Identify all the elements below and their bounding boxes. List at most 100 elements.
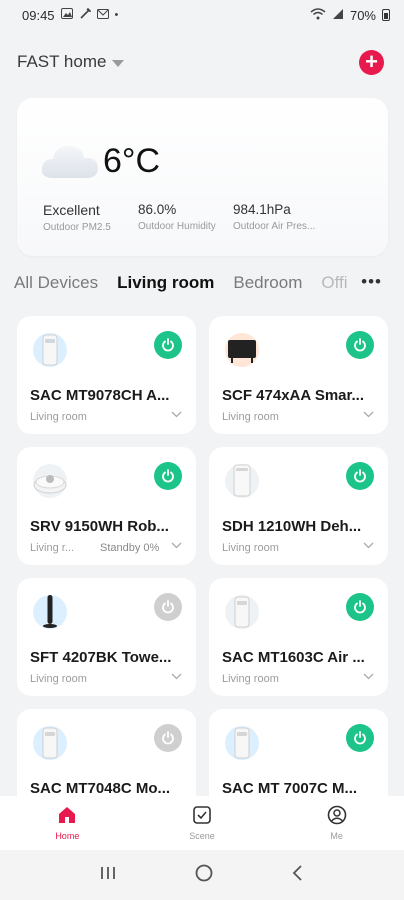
more-tabs-button[interactable]: ••• <box>357 272 382 292</box>
signal-icon <box>332 8 344 23</box>
mail-notification-icon <box>96 8 109 22</box>
device-card[interactable]: SAC MT1603C Air ... Living room <box>209 578 388 696</box>
temperature: 6°C <box>103 142 161 180</box>
power-button[interactable] <box>346 593 374 621</box>
pm25-label: Outdoor PM2.5 <box>43 222 111 233</box>
nav-scene[interactable]: Scene <box>157 805 247 841</box>
tools-notification-icon <box>79 7 92 23</box>
humidity-value: 86.0% <box>138 202 177 217</box>
nav-home[interactable]: Home <box>22 805 112 841</box>
chevron-down-icon[interactable] <box>171 542 182 549</box>
power-button[interactable] <box>154 724 182 752</box>
nav-me[interactable]: Me <box>292 805 382 841</box>
device-room: Living room <box>30 673 87 685</box>
power-button[interactable] <box>346 331 374 359</box>
device-card[interactable]: SFT 4207BK Towe... Living room <box>17 578 196 696</box>
device-card[interactable]: SRV 9150WH Rob... Living r... Standby 0% <box>17 447 196 565</box>
power-icon <box>354 338 366 352</box>
back-button[interactable] <box>291 864 305 887</box>
device-name: SAC MT1603C Air ... <box>222 649 365 666</box>
humidity-label: Outdoor Humidity <box>138 221 216 232</box>
system-nav-bar <box>0 850 404 900</box>
battery-percentage: 70% <box>349 7 376 23</box>
power-icon <box>162 469 174 483</box>
power-icon <box>162 338 174 352</box>
portable-ac-icon <box>33 333 67 367</box>
device-name: SAC MT 7007C M... <box>222 780 358 797</box>
nav-scene-label: Scene <box>189 831 215 841</box>
power-button[interactable] <box>346 724 374 752</box>
wifi-icon <box>310 7 326 23</box>
device-name: SAC MT7048C Mo... <box>30 780 171 797</box>
caret-down-icon <box>112 59 125 67</box>
device-room: Living room <box>222 411 279 423</box>
tab-office[interactable]: Offi <box>321 273 347 293</box>
power-icon <box>162 600 174 614</box>
device-card[interactable]: SAC MT9078CH A... Living room <box>17 316 196 434</box>
device-name: SFT 4207BK Towe... <box>30 649 172 666</box>
device-name: SAC MT9078CH A... <box>30 387 170 404</box>
chevron-down-icon[interactable] <box>171 673 182 680</box>
profile-icon <box>327 805 346 825</box>
power-button[interactable] <box>154 462 182 490</box>
power-button[interactable] <box>154 593 182 621</box>
header: FAST home + <box>17 48 384 76</box>
device-name: SRV 9150WH Rob... <box>30 518 169 535</box>
portable-ac-icon <box>225 595 259 629</box>
room-tabs: All Devices Living room Bedroom Offi <box>14 270 404 296</box>
device-room: Living room <box>222 542 279 554</box>
home-icon <box>59 807 76 823</box>
pressure-metric: 984.1hPa Outdoor Air Pres... <box>233 202 315 232</box>
power-icon <box>162 731 174 745</box>
device-name: SDH 1210WH Deh... <box>222 518 362 535</box>
plus-icon: + <box>365 48 378 74</box>
nav-me-label: Me <box>330 831 343 841</box>
portable-ac-icon <box>225 726 259 760</box>
device-card[interactable]: SCF 474xAA Smar... Living room <box>209 316 388 434</box>
convector-heater-icon <box>225 333 259 367</box>
gallery-notification-icon <box>60 8 73 22</box>
chevron-down-icon[interactable] <box>171 411 182 418</box>
dehumidifier-icon <box>225 464 259 498</box>
pm25-metric: Excellent Outdoor PM2.5 <box>43 202 111 233</box>
chevron-down-icon[interactable] <box>363 673 374 680</box>
device-room: Living r... <box>30 542 75 554</box>
circle-home-icon <box>195 864 213 881</box>
pressure-label: Outdoor Air Pres... <box>233 221 316 232</box>
power-icon <box>354 731 366 745</box>
device-name: SCF 474xAA Smar... <box>222 387 365 404</box>
add-device-button[interactable]: + <box>359 48 384 75</box>
tab-living-room[interactable]: Living room <box>117 273 214 293</box>
portable-ac-icon <box>33 726 67 760</box>
bottom-nav: Home Scene Me <box>0 796 404 850</box>
pressure-value: 984.1hPa <box>233 202 291 217</box>
tab-bedroom[interactable]: Bedroom <box>233 273 302 293</box>
home-system-button[interactable] <box>194 863 214 888</box>
power-icon <box>354 600 366 614</box>
chevron-down-icon[interactable] <box>363 411 374 418</box>
tab-all-devices[interactable]: All Devices <box>14 273 98 293</box>
home-selector[interactable]: FAST home <box>17 52 125 72</box>
weather-card[interactable]: 6°C Excellent Outdoor PM2.5 86.0% Outdoo… <box>17 98 388 256</box>
more-icon: ••• <box>361 272 382 291</box>
cloud-icon <box>41 146 98 178</box>
device-room: Living room <box>222 673 279 685</box>
scene-icon <box>193 806 211 824</box>
home-name: FAST home <box>17 52 107 71</box>
device-card[interactable]: SDH 1210WH Deh... Living room <box>209 447 388 565</box>
dot-notification-icon: • <box>114 9 119 21</box>
status-time: 09:45 <box>22 7 55 23</box>
chevron-down-icon[interactable] <box>363 542 374 549</box>
status-bar: 09:45 • 70% <box>0 0 404 30</box>
device-room: Living room <box>30 411 87 423</box>
power-button[interactable] <box>154 331 182 359</box>
recent-apps-button[interactable] <box>99 865 117 886</box>
pm25-value: Excellent <box>43 202 100 218</box>
recent-apps-icon <box>100 866 115 879</box>
power-icon <box>354 469 366 483</box>
back-icon <box>293 864 302 881</box>
tower-fan-icon <box>33 595 67 629</box>
power-button[interactable] <box>346 462 374 490</box>
humidity-metric: 86.0% Outdoor Humidity <box>138 202 216 232</box>
nav-home-label: Home <box>55 831 80 841</box>
